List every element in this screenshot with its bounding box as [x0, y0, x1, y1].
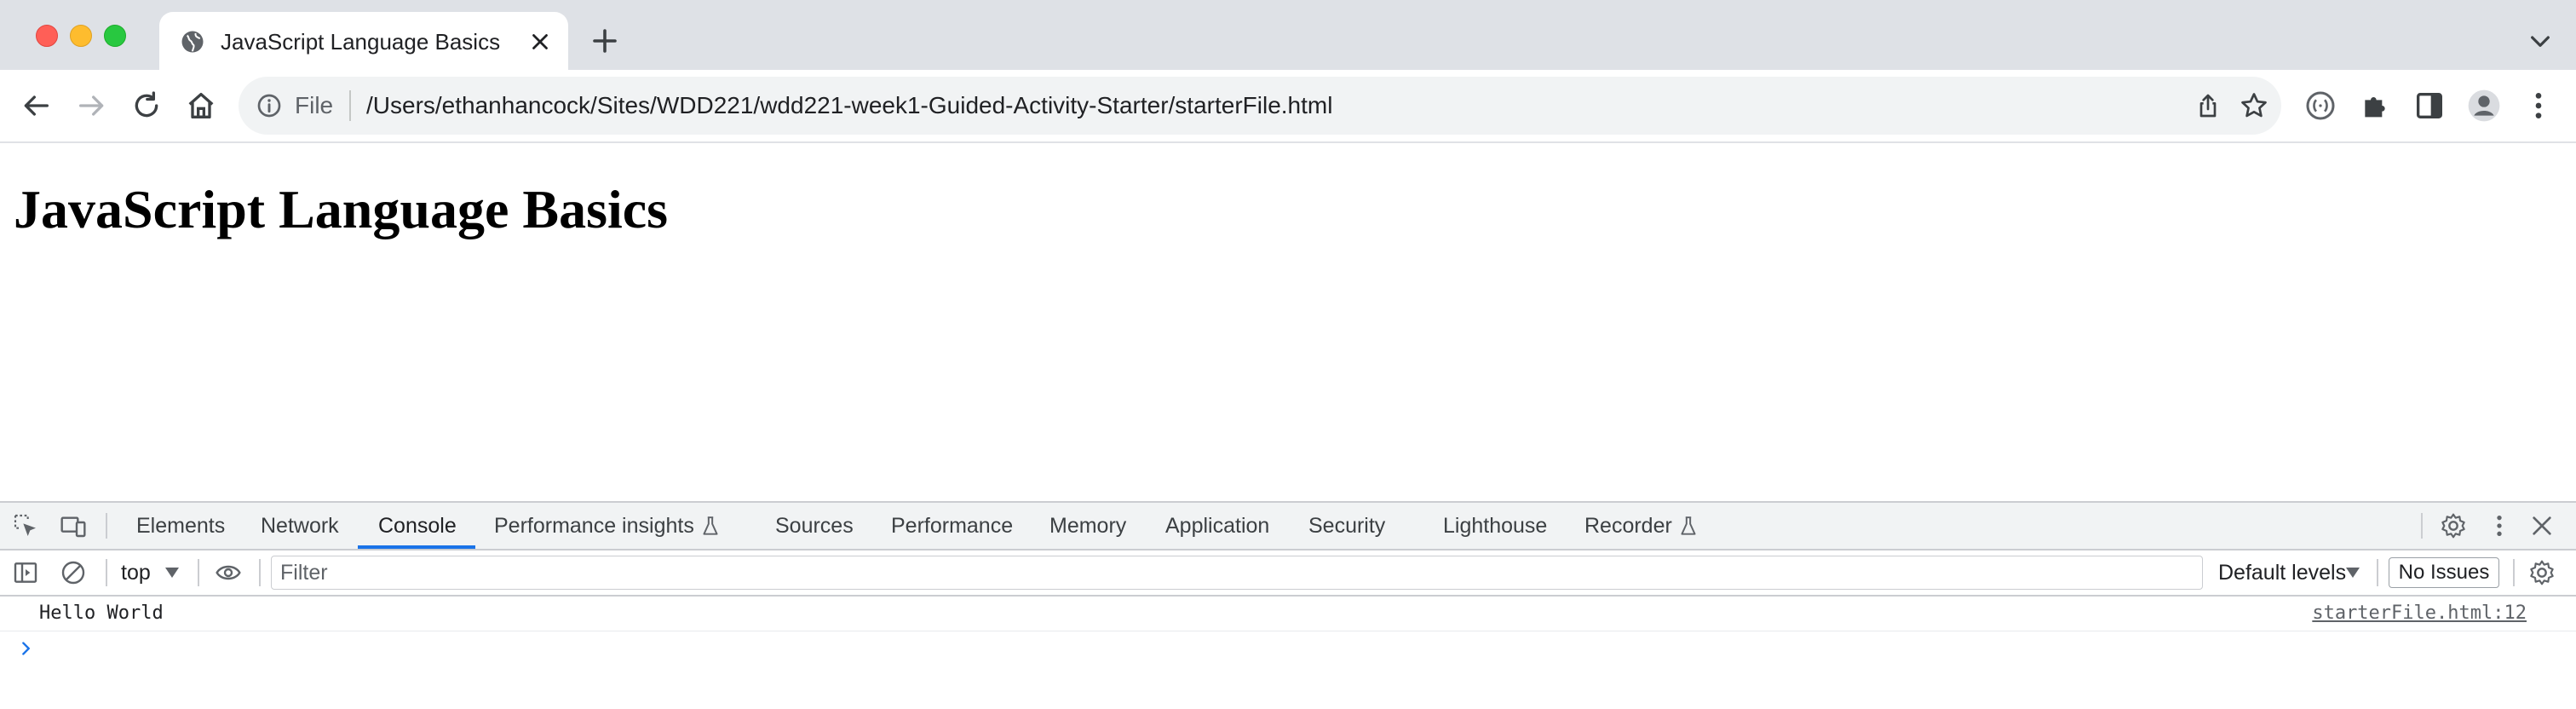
- share-icon[interactable]: [2194, 92, 2222, 119]
- globe-icon: [181, 31, 204, 53]
- divider: [2513, 559, 2515, 586]
- devtools-panel: Elements Network Console Performance ins…: [0, 501, 2576, 709]
- divider: [259, 559, 261, 586]
- console-source-link[interactable]: starterFile.html:12: [2312, 602, 2527, 625]
- issues-button[interactable]: No Issues: [2389, 557, 2499, 588]
- dropdown-arrow-icon: [165, 568, 179, 578]
- address-bar[interactable]: File /Users/ethanhancock/Sites/WDD221/wd…: [239, 77, 2281, 135]
- tab-memory[interactable]: Memory: [1049, 503, 1126, 549]
- minimize-window-button[interactable]: [70, 25, 92, 47]
- more-vertical-icon[interactable]: [2486, 512, 2513, 539]
- console-prompt[interactable]: [0, 632, 2576, 666]
- zoom-window-button[interactable]: [104, 25, 126, 47]
- console-message: Hello World starterFile.html:12: [0, 597, 2576, 631]
- chevron-right-icon: [22, 642, 30, 655]
- close-window-button[interactable]: [36, 25, 58, 47]
- new-tab-icon[interactable]: [589, 26, 620, 56]
- home-icon[interactable]: [184, 89, 218, 123]
- tab-recorder-label: Recorder: [1584, 514, 1672, 538]
- back-arrow-icon[interactable]: [19, 89, 53, 123]
- devtools-tabbar: Elements Network Console Performance ins…: [0, 503, 2576, 550]
- close-icon[interactable]: [2528, 512, 2556, 539]
- sidebar-toggle-icon[interactable]: [12, 559, 39, 586]
- settings-gear-icon[interactable]: [2440, 512, 2467, 539]
- eye-icon[interactable]: [215, 559, 242, 586]
- divider: [198, 559, 199, 586]
- filter-input-wrapper: [271, 556, 2203, 590]
- tab-application[interactable]: Application: [1165, 503, 1269, 549]
- context-selector[interactable]: top: [121, 557, 151, 588]
- tab-sources[interactable]: Sources: [775, 503, 854, 549]
- divider: [2377, 559, 2378, 586]
- flask-icon: [703, 516, 718, 536]
- tab-performance[interactable]: Performance: [891, 503, 1013, 549]
- console-settings-gear-icon[interactable]: [2528, 559, 2556, 586]
- flask-icon: [1681, 516, 1696, 536]
- tab-strip: JavaScript Language Basics: [0, 0, 2576, 70]
- tab-security[interactable]: Security: [1308, 503, 1385, 549]
- inspect-element-icon[interactable]: [12, 512, 39, 539]
- puzzle-icon[interactable]: [2358, 89, 2392, 123]
- forward-arrow-icon[interactable]: [75, 89, 109, 123]
- bookmark-star-icon[interactable]: [2239, 90, 2269, 121]
- info-icon[interactable]: [256, 92, 283, 119]
- console-message-text: Hello World: [39, 602, 164, 624]
- dropdown-arrow-icon: [2346, 568, 2360, 578]
- page-title: JavaScript Language Basics: [14, 179, 669, 239]
- tab-lighthouse[interactable]: Lighthouse: [1443, 503, 1547, 549]
- divider: [349, 90, 351, 121]
- active-tab-indicator: [358, 545, 475, 549]
- tab-performance-insights[interactable]: Performance insights: [494, 503, 720, 549]
- extension-circle-icon[interactable]: [2303, 89, 2337, 123]
- profile-avatar-icon[interactable]: [2467, 89, 2501, 123]
- browser-toolbar: File /Users/ethanhancock/Sites/WDD221/wd…: [0, 70, 2576, 143]
- more-vertical-icon[interactable]: [2521, 89, 2556, 123]
- tab-performance-insights-label: Performance insights: [494, 514, 694, 538]
- log-levels-dropdown[interactable]: Default levels: [2218, 557, 2346, 588]
- chevron-down-icon[interactable]: [2527, 27, 2554, 55]
- url-text[interactable]: /Users/ethanhancock/Sites/WDD221/wdd221-…: [366, 90, 1332, 121]
- divider: [106, 559, 107, 586]
- close-tab-icon[interactable]: [527, 29, 553, 55]
- filter-input[interactable]: [272, 556, 2180, 589]
- tab-recorder[interactable]: Recorder: [1584, 503, 1698, 549]
- clear-console-icon[interactable]: [60, 559, 87, 586]
- reload-icon[interactable]: [129, 89, 164, 123]
- divider: [2421, 513, 2423, 539]
- browser-tab-active[interactable]: JavaScript Language Basics: [159, 12, 568, 70]
- scheme-chip: File: [295, 92, 334, 118]
- side-panel-icon[interactable]: [2412, 89, 2447, 123]
- divider: [106, 513, 107, 539]
- device-toolbar-icon[interactable]: [60, 512, 87, 539]
- console-toolbar: top Default levels No Issues: [0, 550, 2576, 597]
- tab-network[interactable]: Network: [261, 503, 339, 549]
- tab-console[interactable]: Console: [378, 503, 457, 549]
- tab-elements[interactable]: Elements: [136, 503, 225, 549]
- tab-title: JavaScript Language Basics: [221, 29, 501, 55]
